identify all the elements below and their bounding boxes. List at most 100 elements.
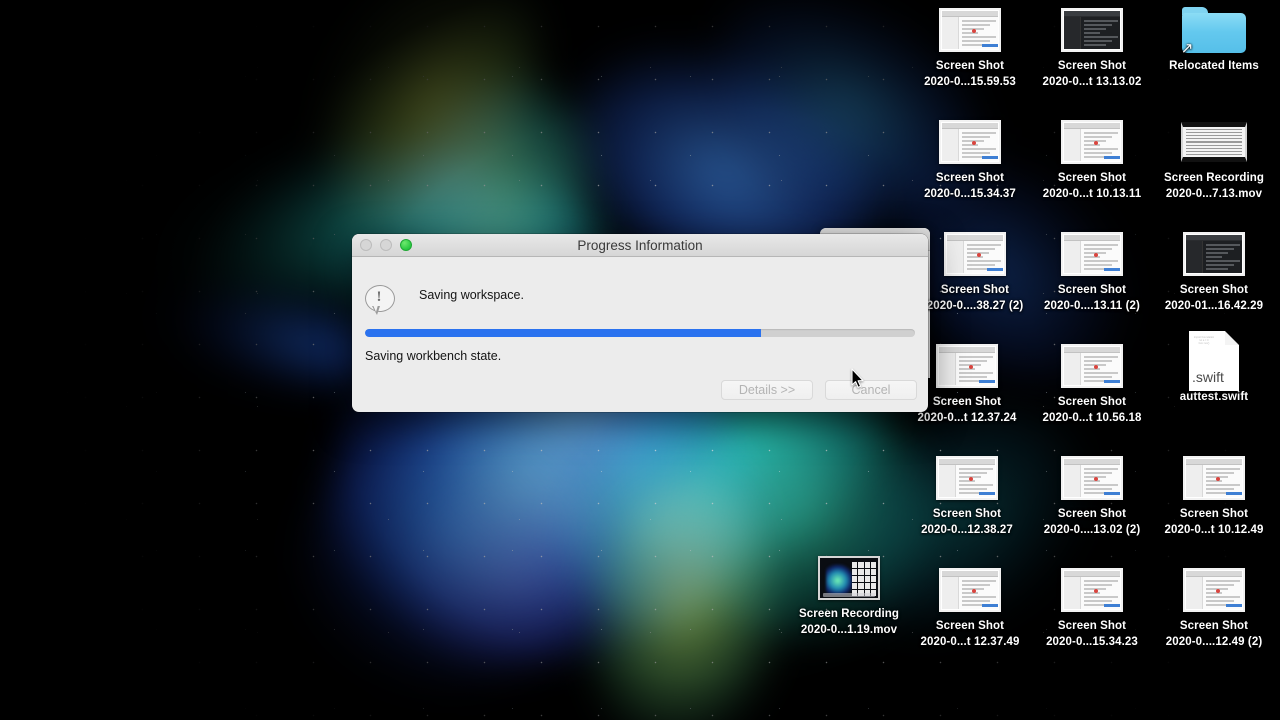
desktop-icon-label: Screen Shot xyxy=(1057,172,1127,184)
icon-art xyxy=(1153,116,1275,168)
desktop-icon-screen-shot-10-13-11[interactable]: Screen Shot 2020-0...t 10.13.11 xyxy=(1031,116,1153,202)
desktop-icon-screen-shot-16-42-29[interactable]: Screen Shot 2020-01...16.42.29 xyxy=(1153,228,1275,314)
screenshot-thumbnail-icon xyxy=(1061,232,1123,276)
zoom-icon[interactable] xyxy=(400,239,412,251)
desktop-icon-label: Screen Shot xyxy=(1057,284,1127,296)
desktop-icon-screen-shot-15-59-53[interactable]: Screen Shot 2020-0...15.59.53 xyxy=(909,4,1031,90)
desktop-icon-label: Screen Shot xyxy=(935,620,1005,632)
icon-art xyxy=(1031,340,1153,392)
window-controls xyxy=(352,239,412,251)
screenshot-thumbnail-icon xyxy=(1061,8,1123,52)
desktop-icon-label: Screen Shot xyxy=(1057,620,1127,632)
icon-art xyxy=(914,228,1036,280)
desktop-icon-auttest-swift-file[interactable]: import Foundation let a = 0 func run() .s… xyxy=(1153,331,1275,406)
screenshot-thumbnail-icon xyxy=(1061,568,1123,612)
minimize-icon xyxy=(380,239,392,251)
desktop-icon-label-line2: 2020-0...t 12.37.24 xyxy=(917,411,1017,424)
desktop-icon-label: Screen Shot xyxy=(932,508,1002,520)
desktop-icon-screen-shot-38-27-2[interactable]: Screen Shot 2020-0....38.27 (2) xyxy=(914,228,1036,314)
desktop-icon-label-line2: 2020-0....13.11 (2) xyxy=(1044,299,1140,312)
screenshot-thumbnail-icon xyxy=(936,344,998,388)
desktop-icon-label: auttest.swift xyxy=(1179,391,1249,403)
desktop-icon-label-line2: 2020-0...t 10.12.49 xyxy=(1164,523,1264,536)
desktop-icon-label-line2: 2020-0...15.34.37 xyxy=(924,187,1016,200)
icon-art xyxy=(909,4,1031,56)
desktop-icon-screen-shot-12-38-27[interactable]: Screen Shot 2020-0...12.38.27 xyxy=(906,452,1028,538)
screenshot-thumbnail-icon xyxy=(1183,568,1245,612)
desktop-screen: Screen Shot 2020-0...15.59.53 Screen Shot 2… xyxy=(0,0,1280,720)
desktop-icon-screen-shot-13-02-2[interactable]: Screen Shot 2020-0....13.02 (2) xyxy=(1031,452,1153,538)
icon-art xyxy=(1031,564,1153,616)
desktop-icon-label-line2: 2020-01...16.42.29 xyxy=(1164,299,1264,312)
details-button[interactable]: Details >> xyxy=(721,380,813,400)
screenshot-thumbnail-icon xyxy=(1183,456,1245,500)
desktop-icon-screen-shot-10-56-18[interactable]: Screen Shot 2020-0...t 10.56.18 xyxy=(1031,340,1153,426)
screenshot-thumbnail-icon xyxy=(1061,456,1123,500)
icon-art: import Foundation let a = 0 func run() .s… xyxy=(1153,331,1275,391)
desktop-icon-label-line2: 2020-0...15.34.23 xyxy=(1046,635,1138,648)
desktop-icon-relocated-items-folder[interactable]: ↗ Relocated Items xyxy=(1153,4,1275,75)
folder-icon: ↗ xyxy=(1181,7,1246,57)
status-message: Saving workbench state. xyxy=(365,349,502,363)
progress-information-dialog[interactable]: Progress Information ! Saving workspace.… xyxy=(352,234,928,412)
progress-bar xyxy=(365,329,915,337)
screenshot-thumbnail-icon xyxy=(1061,344,1123,388)
desktop-icon-label: Screen Shot xyxy=(935,172,1005,184)
desktop-icon-label: Screen Shot xyxy=(1057,60,1127,72)
movie-thumbnail-icon xyxy=(818,556,880,600)
progress-bar-fill xyxy=(365,329,761,337)
desktop-icon-screen-shot-15-34-23[interactable]: Screen Shot 2020-0...15.34.23 xyxy=(1031,564,1153,650)
icon-art xyxy=(1031,228,1153,280)
dialog-button-row: Details >> Cancel xyxy=(721,380,917,400)
icon-art xyxy=(906,452,1028,504)
desktop-icon-screen-shot-10-12-49[interactable]: Screen Shot 2020-0...t 10.12.49 xyxy=(1153,452,1275,538)
desktop-icon-label: Screen Shot xyxy=(940,284,1010,296)
screenshot-thumbnail-icon xyxy=(944,232,1006,276)
desktop-icon-screen-shot-12-49-2[interactable]: Screen Shot 2020-0....12.49 (2) xyxy=(1153,564,1275,650)
desktop-icon-screen-recording-1-19-mov[interactable]: Screen Recording 2020-0...1.19.mov xyxy=(788,552,910,638)
screenshot-thumbnail-icon xyxy=(939,8,1001,52)
desktop-icon-screen-shot-13-13-02[interactable]: Screen Shot 2020-0...t 13.13.02 xyxy=(1031,4,1153,90)
desktop-icon-label: Screen Shot xyxy=(935,60,1005,72)
desktop-icon-label: Screen Recording xyxy=(1163,172,1265,184)
primary-message: Saving workspace. xyxy=(419,288,524,302)
desktop-icon-label-line2: 2020-0...t 12.37.49 xyxy=(920,635,1020,648)
icon-art xyxy=(1153,228,1275,280)
screenshot-thumbnail-icon xyxy=(939,120,1001,164)
primary-message-row: ! Saving workspace. xyxy=(365,285,524,315)
desktop-icon-screen-recording-7-13-mov[interactable]: Screen Recording 2020-0...7.13.mov xyxy=(1153,116,1275,202)
desktop-icon-label-line2: 2020-0...t 13.13.02 xyxy=(1042,75,1142,88)
screenshot-thumbnail-icon xyxy=(1061,120,1123,164)
screenshot-thumbnail-icon xyxy=(1183,232,1245,276)
desktop-icon-label: Screen Shot xyxy=(1057,508,1127,520)
desktop-icon-label-line2: 2020-0...t 10.13.11 xyxy=(1042,187,1142,200)
icon-art xyxy=(1153,452,1275,504)
desktop-icon-label: Relocated Items xyxy=(1169,60,1259,72)
document-icon: import Foundation let a = 0 func run() .s… xyxy=(1189,331,1239,391)
desktop-icon-label: Screen Shot xyxy=(1179,620,1249,632)
desktop-icon-label: Screen Shot xyxy=(1057,396,1127,408)
icon-art xyxy=(1031,4,1153,56)
desktop-icon-label-line2: 2020-0...12.38.27 xyxy=(921,523,1013,536)
icon-art xyxy=(1153,564,1275,616)
desktop-icon-label-line2: 2020-0....38.27 (2) xyxy=(926,299,1024,312)
desktop-icon-label-line2: 2020-0...7.13.mov xyxy=(1165,187,1263,200)
icon-art xyxy=(909,116,1031,168)
movie-thumbnail-icon xyxy=(1181,122,1247,162)
desktop-icon-label-line2: 2020-0....13.02 (2) xyxy=(1043,523,1141,536)
desktop-icon-label: Screen Shot xyxy=(1179,284,1249,296)
desktop-icon-screen-shot-12-37-49[interactable]: Screen Shot 2020-0...t 12.37.49 xyxy=(909,564,1031,650)
dialog-titlebar[interactable]: Progress Information xyxy=(352,234,928,257)
cancel-button[interactable]: Cancel xyxy=(825,380,917,400)
desktop-icon-label-line2: 2020-0...t 10.56.18 xyxy=(1042,411,1142,424)
alias-arrow-icon: ↗ xyxy=(1180,40,1194,57)
desktop-icon-screen-shot-13-11-2[interactable]: Screen Shot 2020-0....13.11 (2) xyxy=(1031,228,1153,314)
icon-art: ↗ xyxy=(1153,4,1275,57)
desktop-icon-label: Screen Shot xyxy=(1179,508,1249,520)
desktop-icon-screen-shot-15-34-37[interactable]: Screen Shot 2020-0...15.34.37 xyxy=(909,116,1031,202)
dialog-body: ! Saving workspace. Saving workbench sta… xyxy=(352,257,928,412)
icon-art xyxy=(788,552,910,604)
close-icon xyxy=(360,239,372,251)
screenshot-thumbnail-icon xyxy=(936,456,998,500)
icon-art xyxy=(1031,116,1153,168)
